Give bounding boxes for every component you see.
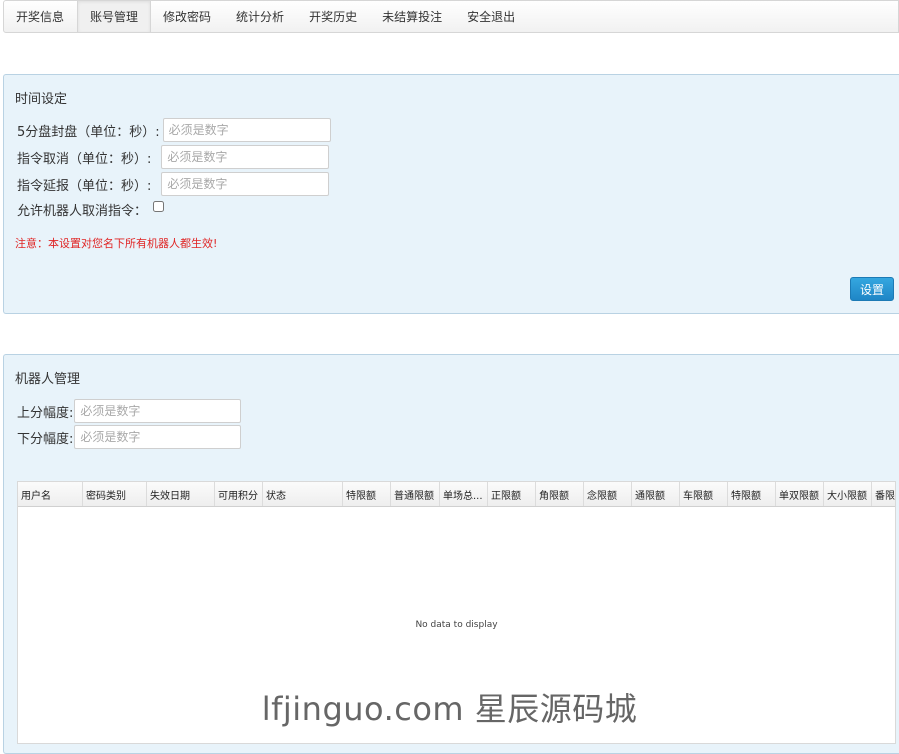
- col-nian-limit[interactable]: 念限额: [584, 482, 632, 506]
- nav-logout[interactable]: 安全退出: [455, 1, 528, 32]
- nav-change-password[interactable]: 修改密码: [151, 1, 224, 32]
- allow-cancel-checkbox[interactable]: [153, 201, 165, 212]
- time-settings-panel: 时间设定 5分盘封盘（单位：秒）: 指令取消（单位：秒）: 指令延报（单位：秒）…: [3, 74, 899, 314]
- close-time-input[interactable]: [162, 118, 331, 142]
- col-big-small-limit[interactable]: 大小限额: [824, 482, 872, 506]
- delay-time-row: 指令延报（单位：秒）:: [17, 172, 330, 196]
- col-jiao-limit[interactable]: 角限额: [536, 482, 584, 506]
- delay-time-input[interactable]: [161, 172, 330, 196]
- col-special-limit[interactable]: 特限额: [343, 482, 391, 506]
- col-tong-limit[interactable]: 通限额: [632, 482, 680, 506]
- table-empty-message: No data to display: [415, 620, 498, 630]
- watermark: lfjinguo.com 星辰源码城: [261, 690, 638, 728]
- col-single-total[interactable]: 单场总...: [440, 482, 488, 506]
- col-fan-limit[interactable]: 番限额: [872, 482, 895, 506]
- lower-range-input[interactable]: [74, 425, 242, 449]
- upper-range-label: 上分幅度:: [17, 405, 74, 421]
- settings-note: 注意：本设置对您名下所有机器人都生效!: [15, 237, 218, 250]
- nav-unsettled-bets[interactable]: 未结算投注: [370, 1, 455, 32]
- col-password-type[interactable]: 密码类别: [83, 482, 147, 506]
- allow-cancel-label: 允许机器人取消指令：: [17, 204, 148, 219]
- lower-range-row: 下分幅度:: [17, 425, 242, 449]
- col-expiry-date[interactable]: 失效日期: [147, 482, 215, 506]
- col-available-points[interactable]: 可用积分: [215, 482, 263, 506]
- upper-range-row: 上分幅度:: [17, 399, 242, 423]
- set-button[interactable]: 设置: [850, 277, 894, 301]
- nav-lottery-history[interactable]: 开奖历史: [297, 1, 370, 32]
- robot-management-title: 机器人管理: [15, 372, 81, 387]
- upper-range-input[interactable]: [74, 399, 242, 423]
- col-odd-even-limit[interactable]: 单双限额: [776, 482, 824, 506]
- nav-lottery-info[interactable]: 开奖信息: [4, 1, 77, 32]
- time-settings-title: 时间设定: [15, 92, 68, 107]
- cancel-time-label: 指令取消（单位：秒）:: [17, 151, 152, 167]
- col-te-limit[interactable]: 特限额: [728, 482, 776, 506]
- col-zheng-limit[interactable]: 正限额: [488, 482, 536, 506]
- lower-range-label: 下分幅度:: [17, 431, 74, 447]
- col-che-limit[interactable]: 车限额: [680, 482, 728, 506]
- close-time-label: 5分盘封盘（单位：秒）:: [17, 124, 160, 140]
- col-status[interactable]: 状态: [263, 482, 343, 506]
- top-nav: 开奖信息 账号管理 修改密码 统计分析 开奖历史 未结算投注 安全退出: [3, 0, 899, 33]
- col-username[interactable]: 用户名: [18, 482, 83, 506]
- nav-statistics[interactable]: 统计分析: [224, 1, 297, 32]
- allow-cancel-row: 允许机器人取消指令：: [17, 200, 165, 219]
- table-header: 用户名 密码类别 失效日期 可用积分 状态 特限额 普通限额 单场总... 正限…: [18, 482, 895, 507]
- nav-account-management[interactable]: 账号管理: [77, 1, 152, 32]
- col-normal-limit[interactable]: 普通限额: [391, 482, 440, 506]
- close-time-row: 5分盘封盘（单位：秒）:: [17, 118, 331, 142]
- cancel-time-row: 指令取消（单位：秒）:: [17, 145, 330, 169]
- delay-time-label: 指令延报（单位：秒）:: [17, 178, 152, 194]
- cancel-time-input[interactable]: [161, 145, 330, 169]
